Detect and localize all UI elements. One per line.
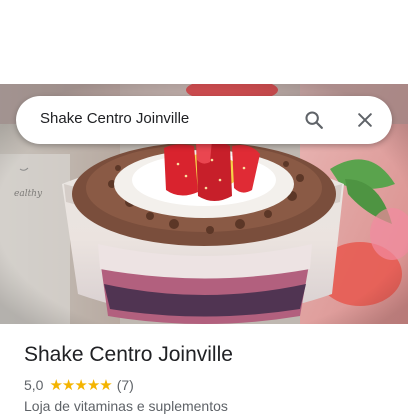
search-input[interactable]: Shake Centro Joinville (40, 110, 189, 127)
close-icon (358, 113, 372, 127)
rating-stars: ★ ★ ★ ★ ★ (49, 376, 113, 394)
search-button[interactable] (290, 96, 338, 144)
map-top-area (0, 0, 408, 84)
review-count[interactable]: (7) (117, 377, 134, 393)
close-button[interactable] (341, 96, 389, 144)
star-icon: ★ (49, 376, 63, 394)
search-icon (305, 111, 323, 129)
star-icon: ★ (86, 376, 101, 394)
rating-row[interactable]: 5,0 ★ ★ ★ ★ ★ (7) (24, 376, 134, 394)
star-icon: ★ (61, 376, 76, 394)
place-card[interactable]: Shake Centro Joinville 5,0 ★ ★ ★ ★ ★ (7) Loj… (0, 324, 408, 414)
place-category: Loja de vitaminas e suplementos (24, 398, 228, 414)
star-icon: ★ (99, 376, 113, 394)
search-bar[interactable]: Shake Centro Joinville (16, 96, 392, 144)
star-icon: ★ (74, 376, 88, 394)
place-title: Shake Centro Joinville (24, 343, 233, 366)
rating-value: 5,0 (24, 377, 44, 393)
